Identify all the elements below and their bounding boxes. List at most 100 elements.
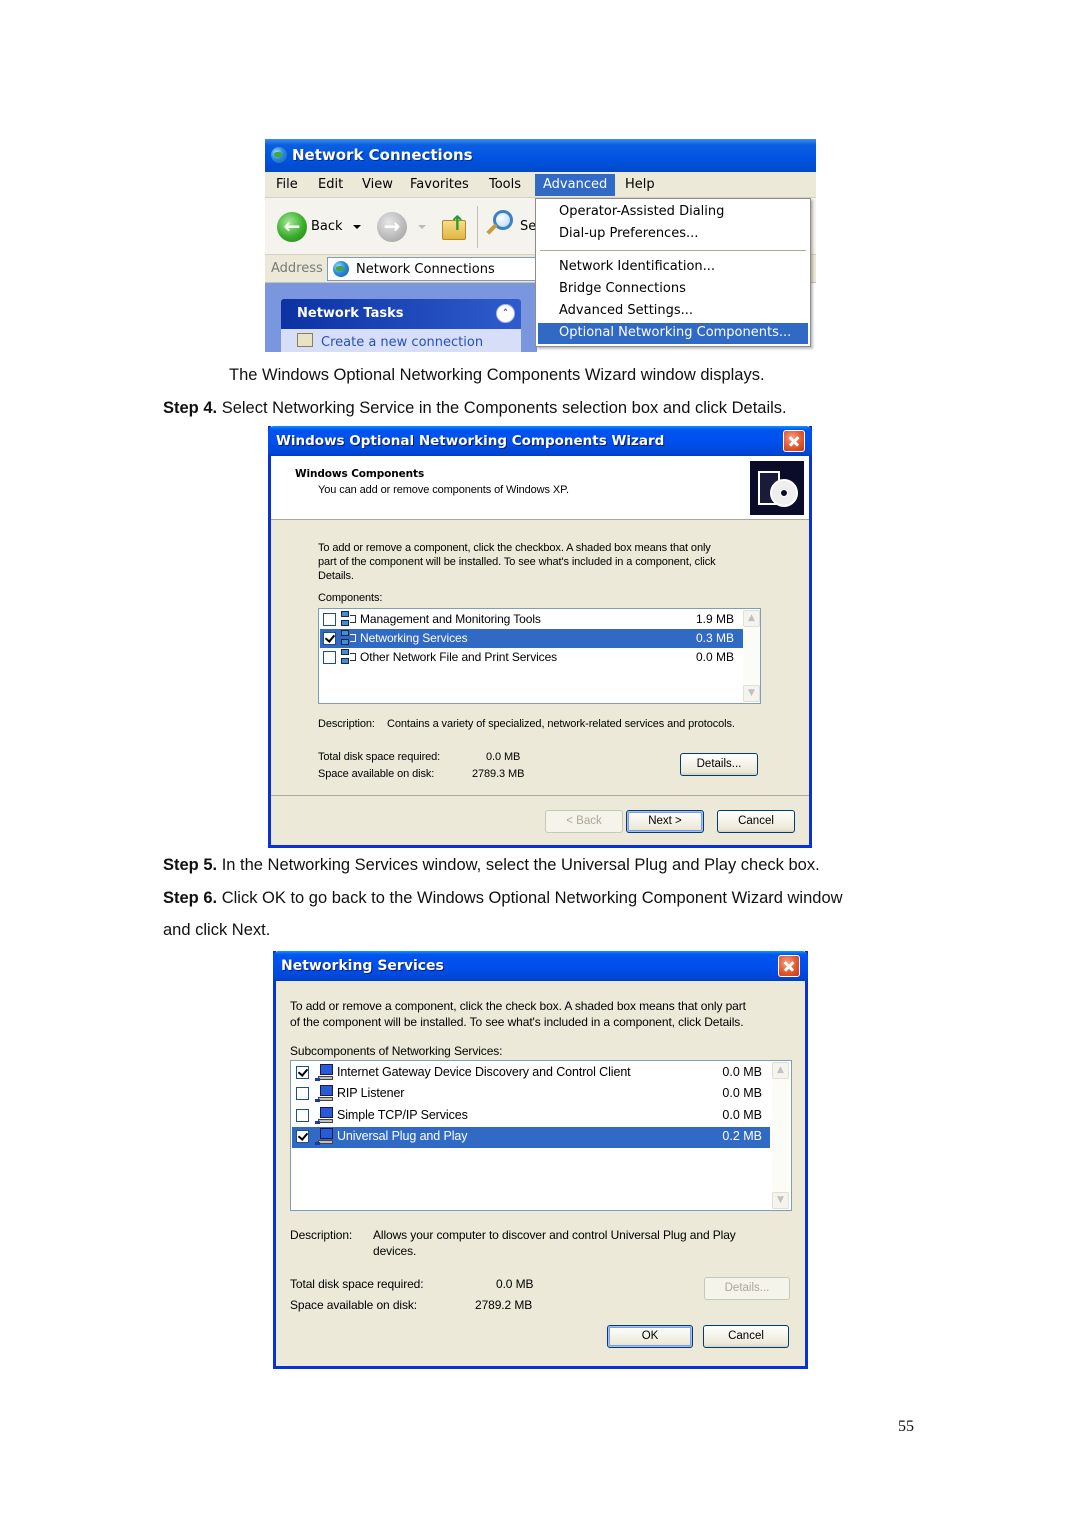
network-tasks-title: Network Tasks — [297, 306, 404, 321]
description-label: Description: — [290, 1228, 353, 1242]
components-list[interactable]: Management and Monitoring Tools 1.9 MB N… — [318, 608, 761, 704]
space-available-label: Space available on disk: — [290, 1298, 418, 1312]
task-create-connection[interactable]: Create a new connection — [321, 335, 483, 350]
search-label[interactable]: Se — [520, 219, 536, 234]
scroll-down-icon[interactable]: ▼ — [743, 685, 760, 702]
forward-history-dropdown-icon[interactable] — [418, 225, 426, 229]
close-button[interactable] — [783, 430, 805, 452]
description-label: Description: — [318, 718, 375, 730]
checkbox[interactable] — [296, 1109, 309, 1122]
scrollbar[interactable]: ▲ ▼ — [772, 1062, 789, 1209]
menu-tools[interactable]: Tools — [489, 177, 521, 192]
collapse-chevron-icon[interactable]: ˄ — [496, 304, 515, 323]
next-button[interactable]: Next > — [626, 810, 704, 833]
network-tasks-header[interactable]: Network Tasks ˄ — [281, 299, 521, 329]
step-4: Step 4. Select Networking Service in the… — [163, 399, 787, 418]
menu-item-operator-assisted-dialing[interactable]: Operator-Assisted Dialing — [538, 202, 808, 223]
list-item[interactable]: Other Network File and Print Services 0.… — [320, 648, 743, 667]
search-icon[interactable] — [493, 210, 513, 230]
step-5: Step 5. In the Networking Services windo… — [163, 856, 820, 875]
address-value: Network Connections — [356, 262, 495, 277]
close-button[interactable] — [778, 955, 800, 977]
back-label[interactable]: Back — [311, 219, 343, 234]
task-pane: Network Tasks ˄ Create a new connection — [265, 283, 537, 352]
wizard-title: Windows Optional Networking Components W… — [276, 433, 665, 449]
subcomponent-size: 0.0 MB — [722, 1086, 762, 1100]
forward-button[interactable]: → — [377, 212, 407, 242]
checkbox[interactable] — [323, 632, 336, 645]
scroll-up-icon[interactable]: ▲ — [772, 1062, 789, 1079]
checkbox[interactable] — [296, 1130, 309, 1143]
caption-line: The Windows Optional Networking Componen… — [229, 366, 765, 384]
list-item[interactable]: Management and Monitoring Tools 1.9 MB — [320, 610, 743, 629]
computer-icon — [315, 1128, 334, 1145]
menu-item-bridge-connections[interactable]: Bridge Connections — [538, 279, 808, 300]
description-line-1: Allows your computer to discover and con… — [373, 1228, 736, 1242]
network-component-icon — [341, 630, 358, 647]
checkbox[interactable] — [296, 1087, 309, 1100]
checkbox[interactable] — [323, 613, 336, 626]
total-required-value: 0.0 MB — [496, 1277, 534, 1291]
checkbox[interactable] — [296, 1066, 309, 1079]
component-size: 0.3 MB — [695, 631, 734, 645]
step-6-continuation: and click Next. — [163, 921, 271, 939]
instructions-line-1: To add or remove a component, click the … — [318, 542, 711, 554]
title-bar: Network Connections — [265, 139, 816, 172]
subcomponents-list[interactable]: Internet Gateway Device Discovery and Co… — [290, 1060, 792, 1211]
wizard-dialog: Windows Optional Networking Components W… — [268, 426, 812, 848]
back-history-dropdown-icon[interactable] — [353, 225, 361, 229]
advanced-menu-dropdown: Operator-Assisted Dialing Dial-up Prefer… — [535, 198, 811, 347]
menu-item-optional-networking-components[interactable]: Optional Networking Components... — [538, 323, 808, 344]
step-text: Click OK to go back to the Windows Optio… — [217, 889, 843, 907]
computer-icon — [315, 1064, 334, 1081]
checkbox[interactable] — [323, 651, 336, 664]
header-title: Windows Components — [295, 468, 425, 480]
subcomponent-name: Internet Gateway Device Discovery and Co… — [337, 1065, 631, 1079]
wizard-header: Windows Components You can add or remove… — [271, 456, 809, 520]
subcomponents-label: Subcomponents of Networking Services: — [290, 1044, 503, 1058]
instructions-line-1: To add or remove a component, click the … — [290, 999, 746, 1013]
instructions-line-2: part of the component will be installed.… — [318, 556, 716, 568]
cancel-button[interactable]: Cancel — [703, 1325, 789, 1348]
menu-item-network-identification[interactable]: Network Identification... — [538, 257, 808, 278]
network-tasks-body: Create a new connection — [281, 329, 521, 352]
page-number: 55 — [898, 1418, 914, 1435]
menu-favorites[interactable]: Favorites — [410, 177, 469, 192]
back-button[interactable]: ← — [277, 212, 307, 242]
wizard-title-bar: Windows Optional Networking Components W… — [268, 426, 812, 456]
scroll-down-icon[interactable]: ▼ — [772, 1192, 789, 1209]
component-size: 1.9 MB — [695, 612, 734, 626]
new-connection-icon — [297, 333, 313, 347]
cancel-button[interactable]: Cancel — [717, 810, 795, 833]
details-button[interactable]: Details... — [704, 1277, 790, 1300]
scroll-up-icon[interactable]: ▲ — [743, 610, 760, 627]
list-item[interactable]: RIP Listener 0.0 MB — [292, 1084, 770, 1105]
details-button[interactable]: Details... — [680, 753, 758, 776]
menu-file[interactable]: File — [276, 177, 298, 192]
menu-view[interactable]: View — [362, 177, 393, 192]
subcomponent-name: Simple TCP/IP Services — [337, 1108, 468, 1122]
list-item[interactable]: Simple TCP/IP Services 0.0 MB — [292, 1106, 770, 1127]
back-arrow-icon: ← — [283, 214, 301, 238]
list-item[interactable]: Universal Plug and Play 0.2 MB — [292, 1127, 770, 1148]
back-button[interactable]: < Back — [545, 810, 623, 833]
forward-arrow-icon: → — [383, 214, 401, 238]
scrollbar[interactable]: ▲ ▼ — [743, 610, 760, 702]
folder-up-icon[interactable] — [442, 211, 466, 240]
menu-item-advanced-settings[interactable]: Advanced Settings... — [538, 301, 808, 322]
menu-edit[interactable]: Edit — [318, 177, 343, 192]
menu-help[interactable]: Help — [625, 177, 655, 192]
component-name: Management and Monitoring Tools — [360, 612, 541, 626]
list-item[interactable]: Internet Gateway Device Discovery and Co… — [292, 1063, 770, 1084]
menu-bar: File Edit View Favorites Tools Advanced … — [265, 172, 816, 198]
header-subtitle: You can add or remove components of Wind… — [318, 484, 569, 496]
list-item[interactable]: Networking Services 0.3 MB — [320, 629, 743, 648]
instructions-line-3: Details. — [318, 570, 354, 582]
menu-item-dialup-preferences[interactable]: Dial-up Preferences... — [538, 224, 808, 245]
components-label: Components: — [318, 592, 383, 604]
ok-button[interactable]: OK — [607, 1325, 693, 1348]
description-line-2: devices. — [373, 1244, 417, 1258]
dialog-title: Networking Services — [281, 958, 444, 974]
menu-advanced[interactable]: Advanced — [535, 174, 616, 196]
address-input[interactable]: Network Connections — [327, 257, 537, 281]
